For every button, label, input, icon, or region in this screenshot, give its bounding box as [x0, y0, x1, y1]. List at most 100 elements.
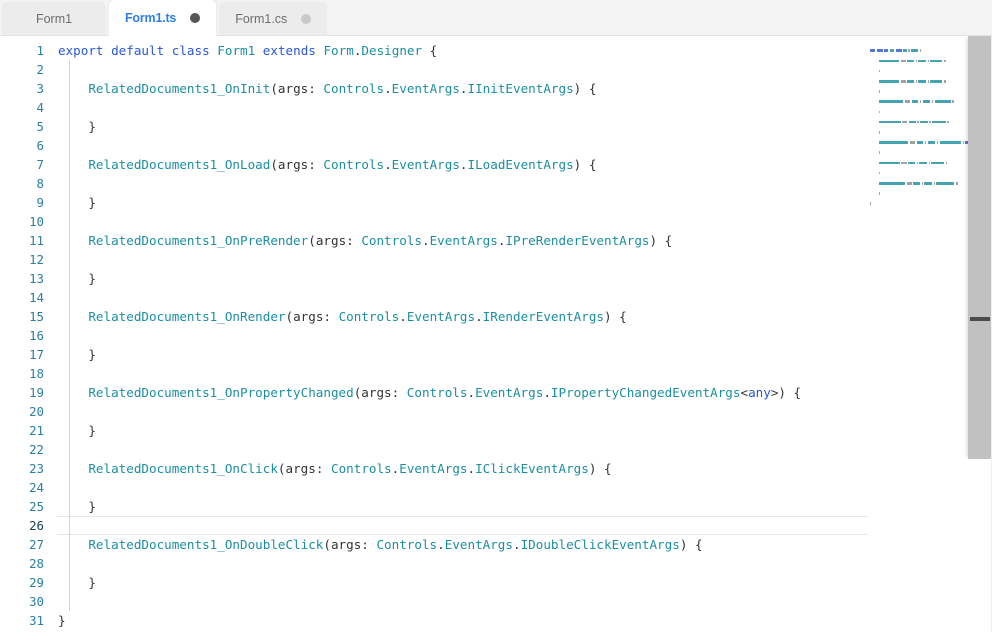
scrollbar-thumb[interactable] — [968, 36, 992, 459]
minimap-line — [868, 93, 968, 98]
code-line[interactable]: 10 — [0, 212, 868, 231]
indent-guide — [69, 288, 70, 307]
code-line-text: RelatedDocuments1_OnPreRender(args: Cont… — [50, 231, 868, 250]
line-number: 19 — [0, 383, 50, 402]
code-line-text: RelatedDocuments1_OnRender(args: Control… — [50, 307, 868, 326]
close-dot-icon[interactable] — [301, 14, 311, 24]
unsaved-dot-icon[interactable] — [190, 13, 200, 23]
code-line-text: RelatedDocuments1_OnInit(args: Controls.… — [50, 79, 868, 98]
line-number: 16 — [0, 326, 50, 345]
code-line-text: } — [50, 611, 868, 630]
line-number: 13 — [0, 269, 50, 288]
code-line-text: RelatedDocuments1_OnLoad(args: Controls.… — [50, 155, 868, 174]
indent-guide — [69, 250, 70, 269]
code-line[interactable]: 14 — [0, 288, 868, 307]
code-line[interactable]: 11 RelatedDocuments1_OnPreRender(args: C… — [0, 231, 868, 250]
minimap-line — [868, 195, 968, 200]
code-text-area[interactable]: 1export default class Form1 extends Form… — [0, 36, 868, 632]
tab-label: Form1 — [36, 12, 72, 26]
line-number: 26 — [0, 516, 50, 535]
code-line[interactable]: 6 — [0, 136, 868, 155]
indent-guide — [69, 440, 70, 459]
minimap[interactable] — [868, 36, 968, 632]
line-number: 4 — [0, 98, 50, 117]
line-number: 22 — [0, 440, 50, 459]
code-line[interactable]: 2 — [0, 60, 868, 79]
line-number: 27 — [0, 535, 50, 554]
code-line-text: } — [50, 345, 868, 364]
line-number: 12 — [0, 250, 50, 269]
minimap-line — [868, 174, 968, 179]
code-line-text: RelatedDocuments1_OnClick(args: Controls… — [50, 459, 868, 478]
code-line[interactable]: 1export default class Form1 extends Form… — [0, 41, 868, 60]
indent-guide — [69, 60, 70, 79]
code-line[interactable]: 7 RelatedDocuments1_OnLoad(args: Control… — [0, 155, 868, 174]
code-line-text: RelatedDocuments1_OnPropertyChanged(args… — [50, 383, 868, 402]
code-line[interactable]: 15 RelatedDocuments1_OnRender(args: Cont… — [0, 307, 868, 326]
code-line[interactable]: 20 — [0, 402, 868, 421]
indent-guide — [69, 554, 70, 573]
code-line-text: export default class Form1 extends Form.… — [50, 41, 868, 60]
code-line[interactable]: 3 RelatedDocuments1_OnInit(args: Control… — [0, 79, 868, 98]
line-number: 6 — [0, 136, 50, 155]
code-line[interactable]: 5 } — [0, 117, 868, 136]
code-line-text: } — [50, 573, 868, 592]
code-line[interactable]: 17 } — [0, 345, 868, 364]
tab-form1-ts[interactable]: Form1.ts — [109, 0, 216, 36]
code-line[interactable]: 26 — [0, 516, 868, 535]
line-number: 28 — [0, 554, 50, 573]
code-line[interactable]: 21 } — [0, 421, 868, 440]
minimap-line — [868, 134, 968, 139]
code-line[interactable]: 23 RelatedDocuments1_OnClick(args: Contr… — [0, 459, 868, 478]
indent-guide — [69, 516, 70, 535]
code-line[interactable]: 27 RelatedDocuments1_OnDoubleClick(args:… — [0, 535, 868, 554]
code-line[interactable]: 19 RelatedDocuments1_OnPropertyChanged(a… — [0, 383, 868, 402]
scrollbar-change-marker — [970, 317, 990, 321]
line-number: 29 — [0, 573, 50, 592]
code-line[interactable]: 29 } — [0, 573, 868, 592]
code-line-text: } — [50, 421, 868, 440]
indent-guide — [69, 478, 70, 497]
code-line[interactable]: 8 — [0, 174, 868, 193]
indent-guide — [69, 174, 70, 193]
line-number: 17 — [0, 345, 50, 364]
code-line[interactable]: 25 } — [0, 497, 868, 516]
tab-form1[interactable]: Form1 — [2, 2, 106, 36]
code-line[interactable]: 30 — [0, 592, 868, 611]
indent-guide — [69, 364, 70, 383]
code-line[interactable]: 12 — [0, 250, 868, 269]
editor-window: Form1 Form1.ts Form1.cs 1export default … — [0, 0, 992, 632]
indent-guide — [69, 402, 70, 421]
vertical-scrollbar[interactable] — [968, 36, 992, 632]
line-number: 11 — [0, 231, 50, 250]
code-line[interactable]: 22 — [0, 440, 868, 459]
indent-guide — [69, 136, 70, 155]
line-number: 21 — [0, 421, 50, 440]
code-line[interactable]: 31} — [0, 611, 868, 630]
line-number: 23 — [0, 459, 50, 478]
code-line-text: } — [50, 193, 868, 212]
editor-body: 1export default class Form1 extends Form… — [0, 36, 992, 632]
code-line-text: RelatedDocuments1_OnDoubleClick(args: Co… — [50, 535, 868, 554]
line-number: 5 — [0, 117, 50, 136]
indent-guide — [69, 326, 70, 345]
line-number: 10 — [0, 212, 50, 231]
line-number: 15 — [0, 307, 50, 326]
line-number: 24 — [0, 478, 50, 497]
line-number: 8 — [0, 174, 50, 193]
code-line[interactable]: 28 — [0, 554, 868, 573]
code-line[interactable]: 9 } — [0, 193, 868, 212]
line-number: 20 — [0, 402, 50, 421]
line-number: 31 — [0, 611, 50, 630]
line-number: 7 — [0, 155, 50, 174]
code-line-text: } — [50, 117, 868, 136]
code-line[interactable]: 4 — [0, 98, 868, 117]
code-line[interactable]: 18 — [0, 364, 868, 383]
code-line[interactable]: 13 } — [0, 269, 868, 288]
code-line[interactable]: 16 — [0, 326, 868, 345]
tab-form1-cs[interactable]: Form1.cs — [219, 2, 327, 36]
code-line[interactable]: 24 — [0, 478, 868, 497]
indent-guide — [69, 98, 70, 117]
line-number: 30 — [0, 592, 50, 611]
code-line-text: } — [50, 497, 868, 516]
